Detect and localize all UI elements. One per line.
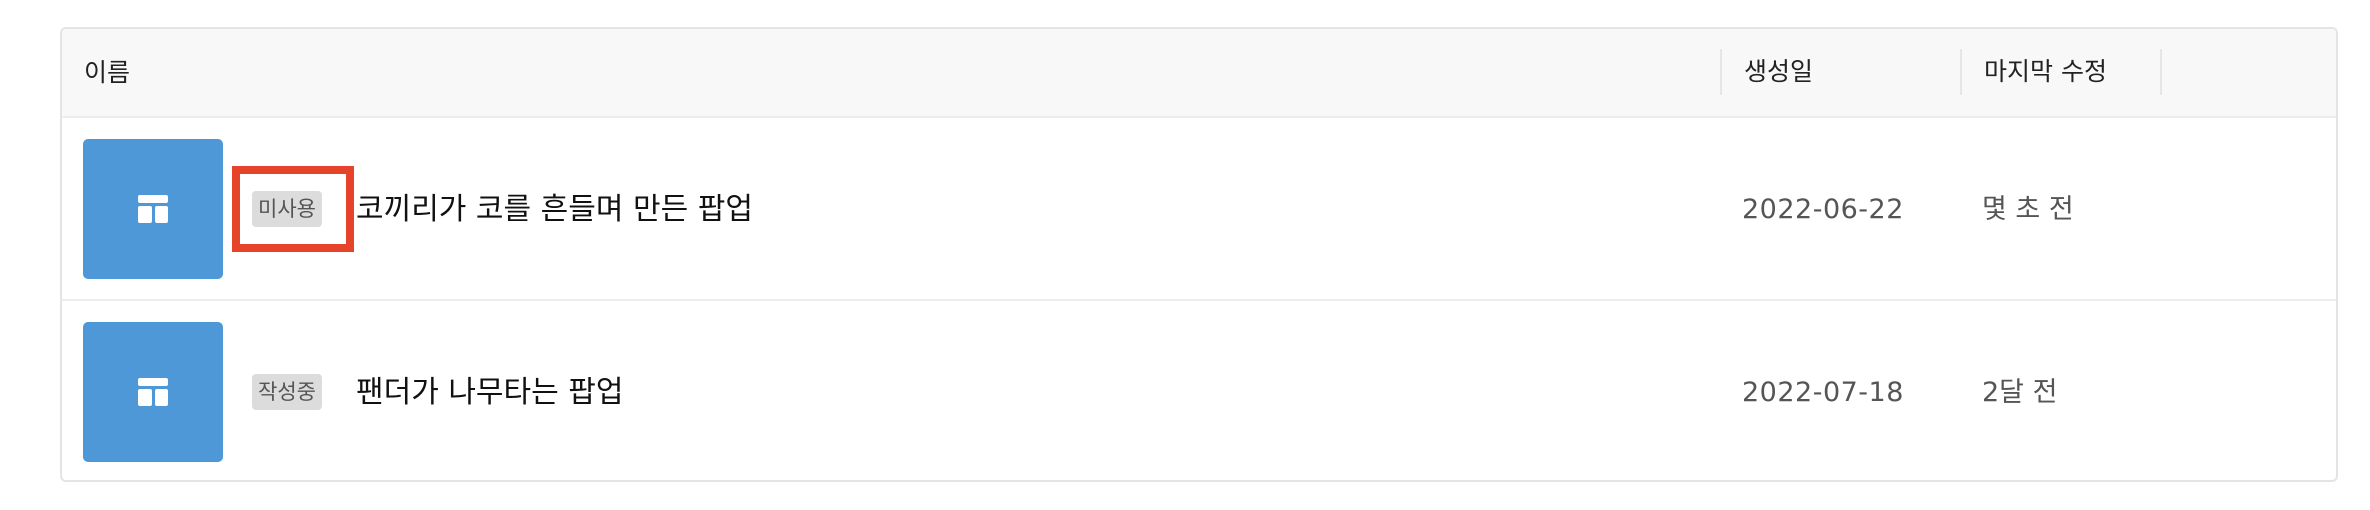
popup-thumbnail[interactable] xyxy=(83,139,223,279)
table-row[interactable]: 미사용 코끼리가 코를 흔들며 만든 팝업 2022-06-22 몇 초 전 xyxy=(62,118,2336,301)
column-header-name[interactable]: 이름 xyxy=(62,29,1720,116)
column-header-created[interactable]: 생성일 xyxy=(1720,49,1960,95)
popup-thumbnail[interactable] xyxy=(83,322,223,462)
popup-title[interactable]: 코끼리가 코를 흔들며 만든 팝업 xyxy=(356,182,753,238)
last-modified: 몇 초 전 xyxy=(1982,194,2074,225)
status-badge: 작성중 xyxy=(252,374,322,410)
column-header-modified[interactable]: 마지막 수정 xyxy=(1960,49,2160,95)
table-header: 이름 생성일 마지막 수정 xyxy=(62,29,2336,118)
column-header-extra xyxy=(2160,49,2336,95)
popup-table: 이름 생성일 마지막 수정 미사용 코끼리가 코를 흔들며 만든 팝업 2022… xyxy=(60,27,2338,482)
popup-title[interactable]: 팬더가 나무타는 팝업 xyxy=(356,365,623,421)
status-badge: 미사용 xyxy=(252,191,322,227)
layout-template-icon xyxy=(138,195,168,223)
table-row[interactable]: 작성중 팬더가 나무타는 팝업 2022-07-18 2달 전 xyxy=(62,301,2336,480)
created-date: 2022-06-22 xyxy=(1742,194,1904,225)
last-modified: 2달 전 xyxy=(1982,377,2058,408)
layout-template-icon xyxy=(138,378,168,406)
created-date: 2022-07-18 xyxy=(1742,377,1904,408)
